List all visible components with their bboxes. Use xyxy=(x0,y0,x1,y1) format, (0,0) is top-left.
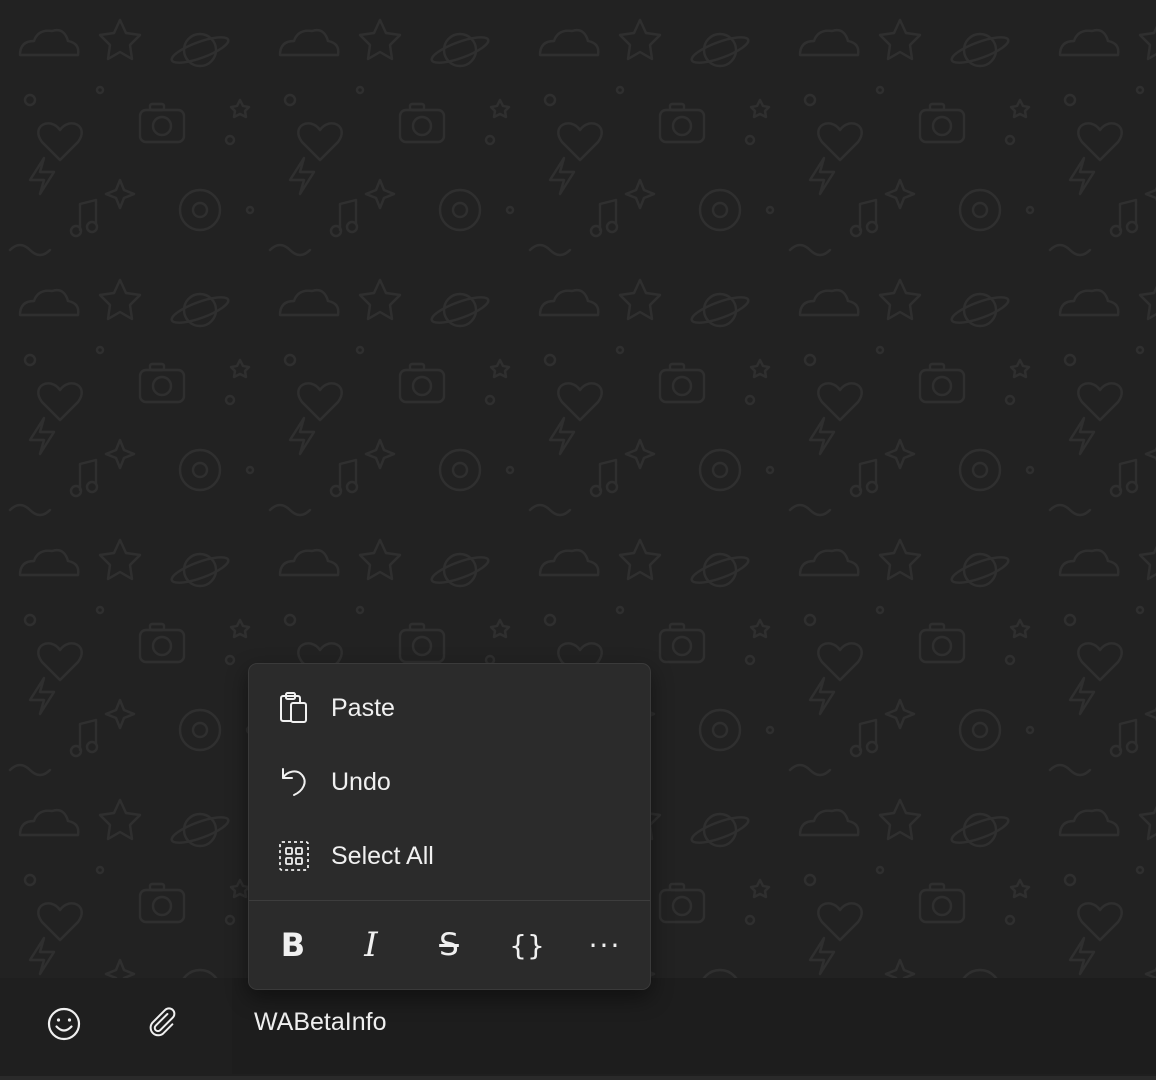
bold-button[interactable]: B xyxy=(269,921,317,969)
paste-icon xyxy=(277,691,311,725)
menu-item-paste[interactable]: Paste xyxy=(257,680,642,736)
monospace-button[interactable]: {} xyxy=(503,921,551,969)
italic-button[interactable]: I xyxy=(347,921,395,969)
message-composer: WABetaInfo xyxy=(0,978,1156,1080)
menu-item-select-all[interactable]: Select All xyxy=(257,828,642,884)
format-toolbar: B I S {} ··· xyxy=(249,901,650,989)
attach-button[interactable] xyxy=(138,1000,190,1052)
strikethrough-button[interactable]: S xyxy=(425,921,473,969)
emoji-icon xyxy=(46,1006,82,1046)
composer-border xyxy=(0,1076,1156,1080)
menu-item-undo[interactable]: Undo xyxy=(257,754,642,810)
more-options-button[interactable]: ··· xyxy=(581,921,629,969)
menu-item-label: Paste xyxy=(331,693,395,722)
paperclip-icon xyxy=(146,1006,182,1046)
menu-item-label: Undo xyxy=(331,767,391,796)
message-input[interactable]: WABetaInfo xyxy=(254,1008,386,1037)
undo-icon xyxy=(277,765,311,799)
context-menu: Paste Undo Select All B I S {} ··· xyxy=(248,663,651,990)
menu-item-label: Select All xyxy=(331,841,434,870)
emoji-button[interactable] xyxy=(38,1000,90,1052)
select-all-icon xyxy=(277,839,311,873)
